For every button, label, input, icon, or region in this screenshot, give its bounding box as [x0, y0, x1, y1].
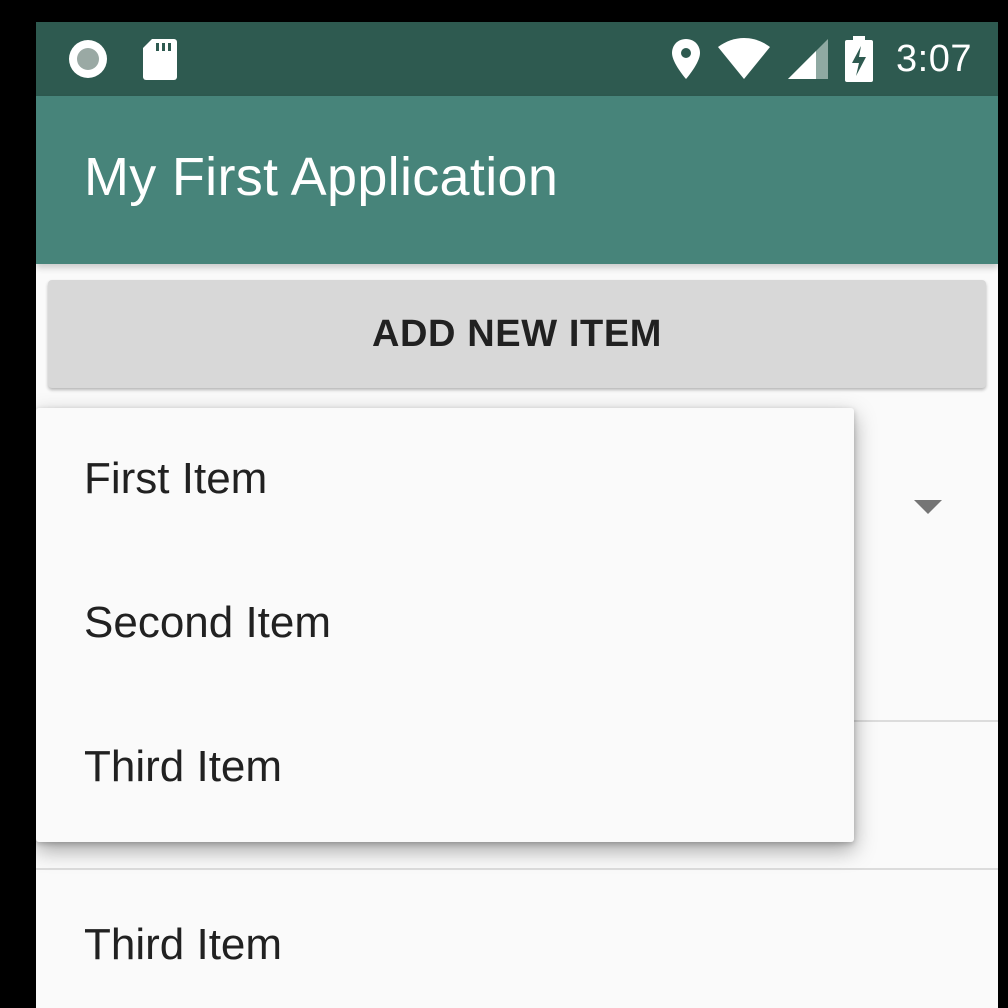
option-label: Third Item [84, 742, 283, 791]
phone-screen: 3:07 My First Application ADD NEW ITEM T… [36, 22, 998, 1008]
list-item-label: Third Item [84, 920, 283, 969]
sd-card-icon [142, 37, 178, 81]
add-new-item-button[interactable]: ADD NEW ITEM [48, 280, 986, 388]
location-icon [670, 37, 702, 81]
dropdown-option-first-item[interactable]: First Item [36, 408, 854, 552]
app-title: My First Application [84, 147, 559, 207]
option-label: First Item [84, 454, 268, 503]
battery-charging-icon [844, 36, 874, 82]
record-icon [66, 37, 110, 81]
clock-time: 3:07 [896, 37, 972, 80]
dropdown-arrow-icon[interactable] [914, 500, 942, 514]
cellular-signal-icon [786, 37, 830, 81]
list-item[interactable]: Third Item [36, 870, 998, 1008]
dropdown-option-second-item[interactable]: Second Item [36, 552, 854, 696]
app-bar: My First Application [36, 96, 998, 264]
wifi-icon [716, 37, 772, 81]
dropdown-option-third-item[interactable]: Third Item [36, 696, 854, 840]
option-label: Second Item [84, 598, 332, 647]
dropdown-popup: First Item Second Item Third Item [36, 408, 854, 842]
status-bar: 3:07 [36, 22, 998, 96]
